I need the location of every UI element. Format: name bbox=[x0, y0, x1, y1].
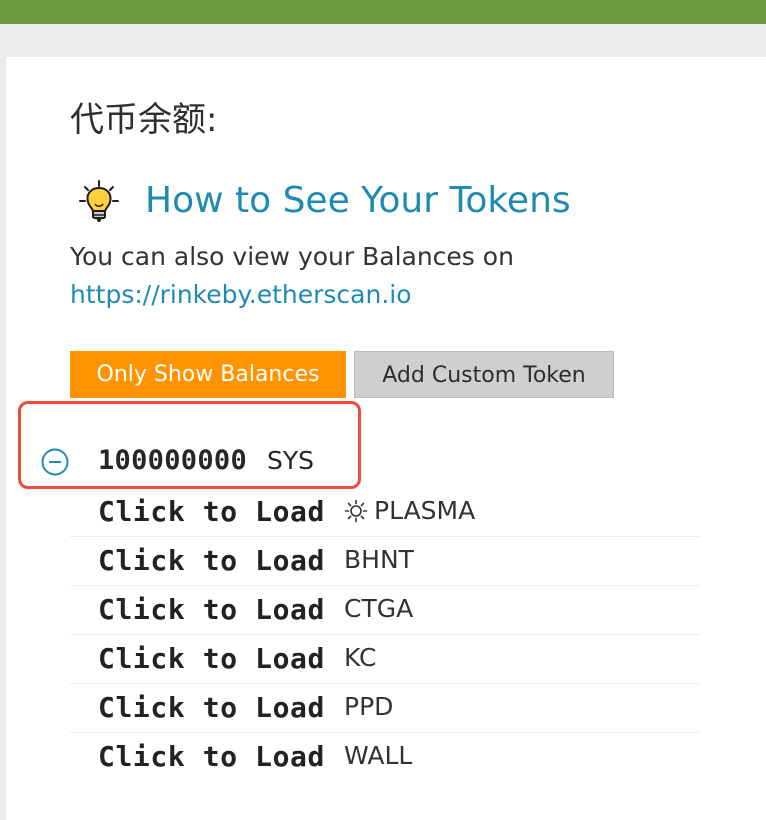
click-to-load-bhnt[interactable]: Click to Load bbox=[98, 544, 325, 577]
etherscan-link[interactable]: https://rinkeby.etherscan.io bbox=[70, 280, 412, 310]
highlighted-token-balance: 100000000 SYS bbox=[98, 440, 314, 480]
click-to-load-plasma[interactable]: Click to Load bbox=[98, 495, 325, 528]
token-symbol-ppd: PPD bbox=[344, 692, 394, 721]
token-balance-amount: 100000000 bbox=[98, 444, 247, 476]
click-to-load-ctga[interactable]: Click to Load bbox=[98, 593, 325, 626]
sun-icon bbox=[344, 499, 368, 522]
click-to-load-wall[interactable]: Click to Load bbox=[98, 740, 325, 773]
token-row-bhnt: Click to Load BHNT bbox=[70, 537, 700, 586]
click-to-load-kc[interactable]: Click to Load bbox=[98, 642, 325, 675]
token-symbol-ctga: CTGA bbox=[344, 594, 414, 623]
minus-circle-icon[interactable] bbox=[41, 448, 69, 476]
add-custom-token-button[interactable]: Add Custom Token bbox=[354, 351, 614, 398]
token-row-ctga: Click to Load CTGA bbox=[70, 586, 700, 635]
token-symbol-kc: KC bbox=[344, 643, 377, 672]
token-balances-panel: 代币余额: How to See Your Tokens You can als… bbox=[6, 57, 766, 820]
balances-description: You can also view your Balances on bbox=[70, 242, 514, 271]
token-row-ppd: Click to Load PPD bbox=[70, 684, 700, 733]
token-symbol-wall: WALL bbox=[344, 741, 413, 770]
top-green-bar bbox=[0, 0, 766, 24]
token-symbol-plasma: PLASMA bbox=[344, 496, 475, 525]
token-row-plasma: Click to Load PLASMA bbox=[70, 488, 700, 537]
token-row-wall: Click to Load WALL bbox=[70, 733, 700, 782]
lightbulb-icon bbox=[79, 180, 119, 222]
token-row-kc: Click to Load KC bbox=[70, 635, 700, 684]
token-list: Click to Load PLASMA Click to Load BHNT … bbox=[70, 488, 700, 782]
token-balances-heading: 代币余额: bbox=[70, 100, 218, 140]
token-symbol-plasma-text: PLASMA bbox=[374, 496, 476, 525]
token-symbol-sys: SYS bbox=[267, 445, 315, 475]
click-to-load-ppd[interactable]: Click to Load bbox=[98, 691, 325, 724]
token-symbol-bhnt: BHNT bbox=[344, 545, 414, 574]
only-show-balances-button[interactable]: Only Show Balances bbox=[70, 351, 346, 398]
how-to-see-tokens-link[interactable]: How to See Your Tokens bbox=[145, 182, 571, 220]
